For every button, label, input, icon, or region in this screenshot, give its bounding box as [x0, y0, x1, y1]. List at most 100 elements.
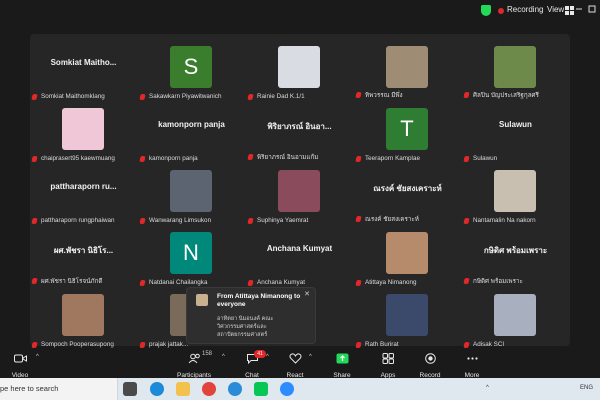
chat-notification-popup[interactable]: From Atittaya Nimanong to everyone อาทิต… — [186, 287, 316, 344]
muted-mic-icon — [247, 217, 254, 224]
react-button[interactable]: React — [282, 351, 308, 379]
video-camera-icon — [13, 354, 27, 363]
participant-tile[interactable]: S Sakawkarn Piyawitwanich — [139, 38, 243, 100]
language-indicator[interactable]: ENG — [580, 385, 593, 391]
participant-initial-avatar: S — [170, 46, 212, 88]
view-label[interactable]: View — [547, 5, 564, 14]
participant-label: Suphinya Yaemrat — [247, 217, 308, 224]
zoom-icon[interactable] — [280, 382, 294, 396]
participant-tile[interactable]: Suphinya Yaemrat — [247, 162, 351, 224]
share-screen-icon — [336, 353, 348, 364]
participant-tile[interactable]: พิริยาภรณ์ อินอา... พิริยาภรณ์ อินอามแก้ม — [247, 100, 351, 161]
chat-options-caret-icon[interactable]: ^ — [266, 354, 269, 360]
encryption-shield-icon[interactable] — [481, 5, 491, 16]
participant-video-thumbnail — [494, 294, 536, 336]
sender-avatar — [196, 294, 208, 306]
windows-taskbar: pe here to search ^ ENG — [0, 378, 600, 400]
participant-label: prajak jattak... — [139, 341, 189, 348]
recording-label[interactable]: Recording — [507, 5, 543, 14]
muted-mic-icon — [139, 217, 146, 224]
muted-mic-icon — [139, 93, 146, 100]
chrome-icon[interactable] — [202, 382, 216, 396]
taskbar-search-box[interactable]: pe here to search — [0, 378, 118, 400]
video-options-caret-icon[interactable]: ^ — [36, 354, 39, 360]
participant-label-text: Rainie Dad K.1/1 — [257, 93, 305, 100]
muted-mic-icon — [31, 155, 38, 162]
participant-video-thumbnail — [278, 170, 320, 212]
edge-icon[interactable] — [150, 382, 164, 396]
apps-button[interactable]: Apps — [376, 351, 400, 379]
participant-tile[interactable]: Atittaya Nimanong — [355, 224, 459, 286]
muted-mic-icon — [463, 155, 470, 162]
muted-mic-icon — [139, 279, 146, 286]
participant-video-thumbnail — [386, 232, 428, 274]
video-button[interactable]: Video — [8, 351, 32, 379]
participant-tile[interactable]: Rath Burirat — [355, 286, 459, 348]
more-button[interactable]: More — [460, 351, 484, 379]
participant-name-display: กษิดิศ พร้อมเพราะ — [483, 246, 548, 255]
participant-tile[interactable]: Sulawun Sulawun — [463, 100, 567, 162]
participant-name-display: ณรงค์ ชัยสงเคราะห์ — [373, 184, 442, 193]
muted-mic-icon — [463, 278, 470, 284]
participant-tile[interactable]: กษิดิศ พร้อมเพราะ กษิดิศ พร้อมเพราะ — [463, 224, 567, 285]
minimize-icon[interactable] — [575, 5, 583, 13]
participant-label: Rainie Dad K.1/1 — [247, 93, 305, 100]
participant-tile[interactable]: Nantamalin Na nakorn — [463, 162, 567, 224]
participant-video-thumbnail — [386, 46, 428, 88]
share-button[interactable]: Share — [330, 351, 354, 379]
participant-tile[interactable]: ทิพวรรณ มีพึ่ง — [355, 38, 459, 99]
task-view-icon[interactable] — [123, 382, 137, 396]
maximize-icon[interactable] — [588, 5, 596, 13]
muted-mic-icon — [355, 279, 362, 286]
muted-mic-icon — [139, 341, 146, 348]
muted-mic-icon — [355, 216, 362, 222]
participant-tile[interactable]: chaiprasert95 kaewmuang — [31, 100, 135, 162]
participant-label-text: prajak jattak... — [149, 341, 189, 348]
tray-chevron-icon[interactable]: ^ — [486, 385, 489, 391]
participant-label: ณรงค์ ชัยสงเคราะห์ — [355, 214, 419, 224]
react-options-caret-icon[interactable]: ^ — [309, 354, 312, 360]
participant-tile[interactable]: Sompoch Pooperasupong — [31, 286, 135, 348]
muted-mic-icon — [247, 279, 254, 286]
participants-count: 158 — [202, 351, 213, 357]
participant-label: Atittaya Nimanong — [355, 279, 416, 286]
chrome-profile-icon[interactable] — [228, 382, 242, 396]
participant-tile[interactable]: kamonporn panja kamonporn panja — [139, 100, 243, 162]
participant-tile[interactable]: ณรงค์ ชัยสงเคราะห์ ณรงค์ ชัยสงเคราะห์ — [355, 162, 459, 223]
participant-name-display: Somkiat Maitho... — [50, 58, 117, 67]
participant-tile[interactable]: Wanwarang Limsukon — [139, 162, 243, 224]
line-icon[interactable] — [254, 382, 268, 396]
participant-label-text: ทิพวรรณ มีพึ่ง — [365, 92, 403, 99]
participants-options-caret-icon[interactable]: ^ — [222, 354, 225, 360]
participant-name-display: พิริยาภรณ์ อินอา... — [267, 122, 332, 131]
participant-label-text: Sulawun — [473, 155, 498, 162]
muted-mic-icon — [31, 341, 38, 348]
participant-tile[interactable]: Somkiat Maitho... Somkiat Maithomklang — [31, 38, 135, 100]
participant-tile[interactable]: ผศ.พัชรา นิธิโร... ผศ.พัชรา นิธิโรจน์ภักด… — [31, 224, 135, 285]
muted-mic-icon — [139, 155, 146, 162]
chat-notification-title: From Atittaya Nimanong to everyone — [217, 293, 301, 308]
participant-tile[interactable]: Adisak SCI — [463, 286, 567, 348]
participant-video-thumbnail — [278, 46, 320, 88]
participant-label: Nantamalin Na nakorn — [463, 217, 536, 224]
participant-label: kamonporn panja — [139, 155, 198, 162]
participant-tile[interactable]: T Teeraporn Kamplae — [355, 100, 459, 162]
participants-icon — [188, 353, 200, 364]
participant-video-thumbnail — [386, 294, 428, 336]
participant-video-thumbnail — [494, 170, 536, 212]
file-explorer-icon[interactable] — [176, 382, 190, 396]
muted-mic-icon — [355, 341, 362, 348]
participant-tile[interactable]: ศิลปิน บัญประเสริฐกุลศรี — [463, 38, 567, 99]
participant-label: ศิลปิน บัญประเสริฐกุลศรี — [463, 90, 539, 100]
participant-tile[interactable]: pattharaporn ru... pattharaporn rungphaiw… — [31, 162, 135, 224]
participant-name-display: ผศ.พัชรา นิธิโร... — [53, 246, 114, 255]
participant-label-text: พิริยาภรณ์ อินอามแก้ม — [257, 154, 319, 161]
participant-label-text: Wanwarang Limsukon — [149, 217, 212, 224]
participant-tile[interactable]: Rainie Dad K.1/1 — [247, 38, 351, 100]
muted-mic-icon — [31, 217, 38, 224]
close-icon[interactable]: ✕ — [304, 290, 310, 298]
record-button[interactable]: Record — [417, 351, 443, 379]
participant-tile[interactable]: N Natdanai Chailangka — [139, 224, 243, 286]
participant-tile[interactable]: Anchana Kumyat Anchana Kumyat — [247, 224, 351, 286]
view-grid-icon[interactable] — [565, 6, 575, 15]
